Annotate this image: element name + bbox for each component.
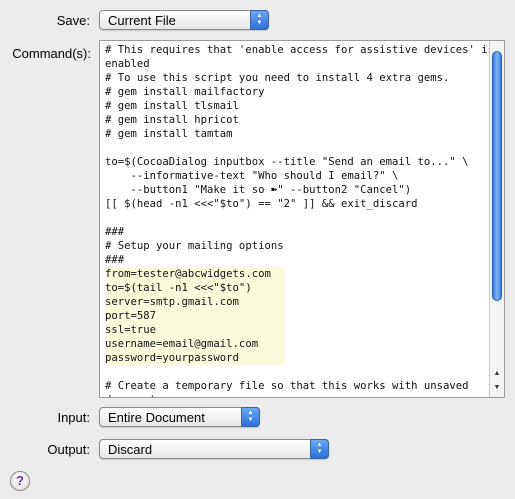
code-line: documents xyxy=(105,393,487,397)
help-button[interactable]: ? xyxy=(10,471,30,491)
code-line: # gem install hpricot xyxy=(105,114,239,126)
save-popup[interactable]: Current File ▲ ▼ xyxy=(99,10,269,30)
code-line: from=tester@abcwidgets.com xyxy=(105,267,487,281)
command-editor[interactable]: # This requires that 'enable access for … xyxy=(99,40,505,398)
code-line: # Setup your mailing options xyxy=(105,240,284,252)
code-line: server=smtp.gmail.com xyxy=(105,295,487,309)
code-line: ### xyxy=(105,226,125,238)
scroll-up-arrow-icon[interactable]: ▲ xyxy=(490,367,504,380)
code-line: # gem install mailfactory xyxy=(105,86,265,98)
code-line: # Create a temporary file so that this w… xyxy=(105,380,469,392)
save-popup-value: Current File xyxy=(108,13,176,28)
scroll-thumb[interactable] xyxy=(492,51,502,301)
popup-arrows-icon: ▲ ▼ xyxy=(310,439,329,459)
code-line: to=$(CocoaDialog inputbox --title "Send … xyxy=(105,156,469,168)
code-line: to=$(tail -n1 <<<"$to") xyxy=(105,281,487,295)
code-line: # gem install tlsmail xyxy=(105,100,239,112)
code-line: ssl=true xyxy=(105,323,487,337)
code-line: # This requires that 'enable access for … xyxy=(105,44,495,56)
command-label: Command(s): xyxy=(12,46,91,61)
code-line: port=587 xyxy=(105,309,487,323)
save-label: Save: xyxy=(56,13,90,28)
command-text[interactable]: # This requires that 'enable access for … xyxy=(105,43,495,397)
popup-arrows-icon: ▲ ▼ xyxy=(241,407,260,427)
output-label: Output: xyxy=(47,442,90,457)
input-popup-value: Entire Document xyxy=(108,410,205,425)
code-line: password=yourpassword xyxy=(105,351,487,365)
code-line: [[ $(head -n1 <<<"$to") == "2" ]] && exi… xyxy=(105,198,418,210)
input-popup[interactable]: Entire Document ▲ ▼ xyxy=(99,407,260,427)
code-line: ### xyxy=(105,254,125,266)
vertical-scrollbar[interactable]: ▲ ▼ xyxy=(489,41,504,397)
input-label: Input: xyxy=(57,410,90,425)
output-popup[interactable]: Discard ▲ ▼ xyxy=(99,439,329,459)
code-line: # gem install tamtam xyxy=(105,128,233,140)
code-line: enabled xyxy=(105,58,150,70)
output-popup-value: Discard xyxy=(108,442,153,457)
code-line: # To use this script you need to install… xyxy=(105,72,450,84)
code-line: username=email@gmail.com xyxy=(105,337,487,351)
scroll-down-arrow-icon[interactable]: ▼ xyxy=(490,381,504,394)
code-line: --informative-text "Who should I email?"… xyxy=(105,170,399,182)
code-line: --button1 "Make it so ➽" --button2 "Canc… xyxy=(105,184,412,196)
popup-arrows-icon: ▲ ▼ xyxy=(250,10,269,30)
